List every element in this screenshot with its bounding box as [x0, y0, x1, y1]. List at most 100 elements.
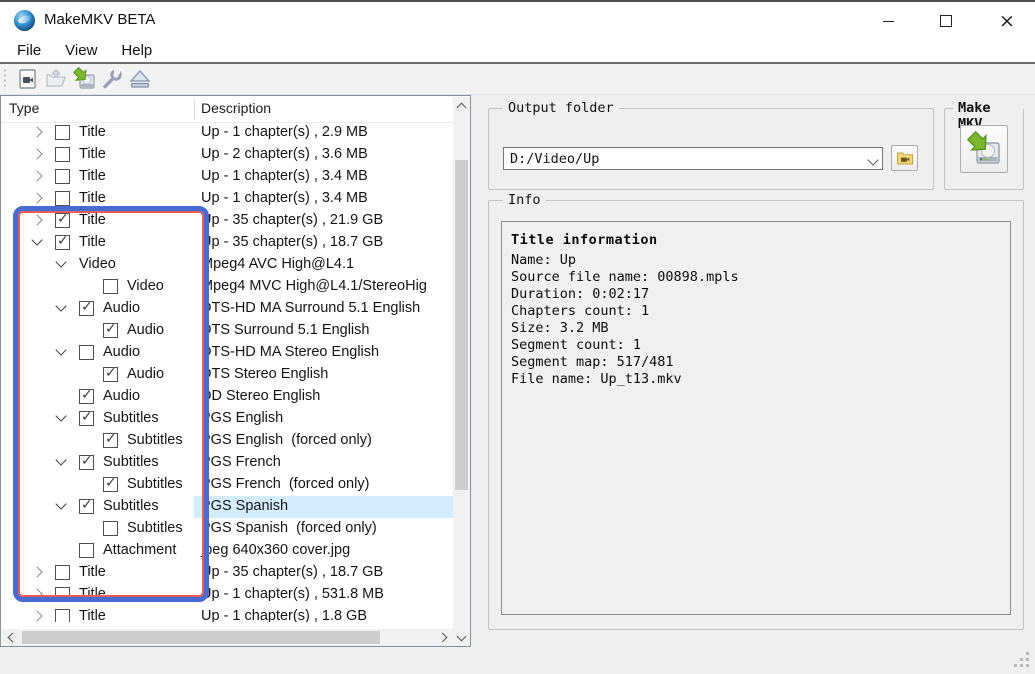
row-checkbox[interactable]: ✓: [79, 389, 94, 404]
open-disc-button[interactable]: [42, 66, 70, 92]
tree-row[interactable]: ✓ Title Up - 35 chapter(s) , 21.9 GB: [1, 210, 453, 232]
scroll-right-icon[interactable]: [435, 629, 452, 646]
row-description: PGS English (forced only): [201, 432, 372, 448]
checkmark-icon: ✓: [57, 233, 69, 249]
row-checkbox[interactable]: ✓: [103, 279, 118, 294]
scroll-up-icon[interactable]: [453, 97, 470, 114]
tree-row[interactable]: ✓ Title Up - 1 chapter(s) , 1.8 GB: [1, 606, 453, 622]
column-header-description[interactable]: Description: [201, 100, 271, 116]
open-video-file-icon: [16, 67, 40, 91]
row-checkbox[interactable]: ✓: [79, 543, 94, 558]
tree-row[interactable]: ✓ Subtitles PGS French (forced only): [1, 474, 453, 496]
row-checkbox[interactable]: ✓: [79, 345, 94, 360]
tree-row[interactable]: ✓ Subtitles PGS Spanish (forced only): [1, 518, 453, 540]
tree-row[interactable]: ✓ Subtitles PGS English (forced only): [1, 430, 453, 452]
tree-row[interactable]: ✓ Title Up - 35 chapter(s) , 18.7 GB: [1, 562, 453, 584]
tree-row[interactable]: ✓ Title Up - 1 chapter(s) , 3.4 MB: [1, 188, 453, 210]
combobox-dropdown-icon[interactable]: [867, 154, 878, 165]
row-checkbox[interactable]: ✓: [55, 565, 70, 580]
tree-row[interactable]: ✓ Video Mpeg4 MVC High@L4.1/StereoHig: [1, 276, 453, 298]
row-checkbox[interactable]: ✓: [55, 147, 70, 162]
row-checkbox[interactable]: ✓: [103, 323, 118, 338]
expander-icon[interactable]: [31, 215, 43, 227]
row-checkbox[interactable]: ✓: [55, 125, 70, 140]
tree-row[interactable]: ✓ Title Up - 2 chapter(s) , 3.6 MB: [1, 144, 453, 166]
output-folder-combobox[interactable]: D:/Video/Up: [503, 147, 883, 170]
row-checkbox[interactable]: ✓: [55, 213, 70, 228]
window-resize-grip[interactable]: [1014, 652, 1030, 668]
menu-item[interactable]: View: [56, 40, 106, 61]
maximize-button[interactable]: [925, 4, 967, 38]
expander-icon[interactable]: [55, 303, 67, 315]
expander-icon[interactable]: [31, 589, 43, 601]
column-divider[interactable]: [194, 98, 195, 120]
row-type-label: Audio: [127, 322, 164, 338]
make-mkv-toolbar-button[interactable]: [70, 66, 98, 92]
info-text-area[interactable]: Title information Name: UpSource file na…: [501, 221, 1011, 615]
browse-folder-button[interactable]: [891, 145, 918, 171]
expander-icon[interactable]: [31, 237, 43, 249]
tree-row[interactable]: ✓ Video Mpeg4 AVC High@L4.1: [1, 254, 453, 276]
row-type-label: Subtitles: [127, 520, 183, 536]
tree-row[interactable]: ✓ Subtitles PGS French: [1, 452, 453, 474]
tree-row[interactable]: ✓ Audio DTS Stereo English: [1, 364, 453, 386]
row-checkbox[interactable]: ✓: [79, 455, 94, 470]
tree-row[interactable]: ✓ Audio DD Stereo English: [1, 386, 453, 408]
expander-icon[interactable]: [31, 127, 43, 139]
expander-icon[interactable]: [31, 611, 43, 622]
row-checkbox[interactable]: ✓: [79, 411, 94, 426]
row-description: Up - 1 chapter(s) , 531.8 MB: [201, 586, 384, 602]
expander-icon[interactable]: [31, 567, 43, 579]
row-checkbox[interactable]: ✓: [103, 521, 118, 536]
checkmark-icon: ✓: [81, 299, 93, 315]
close-button[interactable]: ×: [986, 4, 1028, 38]
row-checkbox[interactable]: ✓: [55, 169, 70, 184]
tree-row[interactable]: ✓ Title Up - 35 chapter(s) , 18.7 GB: [1, 232, 453, 254]
expander-icon[interactable]: [31, 149, 43, 161]
tree-row[interactable]: ✓ Title Up - 1 chapter(s) , 2.9 MB: [1, 122, 453, 144]
scroll-down-icon[interactable]: [453, 629, 470, 646]
expander-icon[interactable]: [55, 501, 67, 513]
tree-row[interactable]: ✓ Audio DTS-HD MA Stereo English: [1, 342, 453, 364]
minimize-button[interactable]: [867, 4, 909, 38]
tree-row[interactable]: ✓ Audio DTS Surround 5.1 English: [1, 320, 453, 342]
tree-row[interactable]: ✓ Audio DTS-HD MA Surround 5.1 English: [1, 298, 453, 320]
row-description: Up - 1 chapter(s) , 3.4 MB: [201, 168, 368, 184]
checkmark-icon: ✓: [81, 409, 93, 425]
eject-button[interactable]: [126, 66, 154, 92]
vertical-scrollbar-thumb[interactable]: [455, 160, 468, 490]
tree-row[interactable]: ✓ Title Up - 1 chapter(s) , 531.8 MB: [1, 584, 453, 606]
tree-row[interactable]: ✓ Title Up - 1 chapter(s) , 3.4 MB: [1, 166, 453, 188]
expander-icon[interactable]: [55, 259, 67, 271]
expander-icon[interactable]: [31, 171, 43, 183]
settings-button[interactable]: [98, 66, 126, 92]
menu-item[interactable]: File: [8, 40, 50, 61]
expander-icon[interactable]: [55, 457, 67, 469]
make-mkv-button[interactable]: [960, 125, 1008, 173]
expander-icon[interactable]: [55, 347, 67, 359]
row-checkbox[interactable]: ✓: [55, 587, 70, 602]
tree-row[interactable]: ✓ Subtitles PGS Spanish: [1, 496, 453, 518]
expander-icon[interactable]: [31, 193, 43, 205]
row-type-label: Title: [79, 234, 106, 250]
horizontal-scrollbar-thumb[interactable]: [22, 631, 380, 644]
column-header-type[interactable]: Type: [9, 100, 39, 116]
row-checkbox[interactable]: ✓: [103, 433, 118, 448]
row-checkbox[interactable]: ✓: [55, 609, 70, 622]
expander-icon[interactable]: [55, 413, 67, 425]
open-video-file-button[interactable]: [14, 66, 42, 92]
toolbar-drag-handle[interactable]: [3, 68, 8, 90]
row-description: PGS Spanish (forced only): [201, 520, 377, 536]
menu-item[interactable]: Help: [112, 40, 161, 61]
row-checkbox[interactable]: ✓: [79, 301, 94, 316]
row-type-label: Title: [79, 586, 106, 602]
scroll-left-icon[interactable]: [2, 629, 19, 646]
tree-row[interactable]: ✓ Attachment jpeg 640x360 cover.jpg: [1, 540, 453, 562]
tree-row[interactable]: ✓ Subtitles PGS English: [1, 408, 453, 430]
row-checkbox[interactable]: ✓: [79, 499, 94, 514]
row-checkbox[interactable]: ✓: [55, 191, 70, 206]
row-checkbox[interactable]: ✓: [103, 367, 118, 382]
row-type-label: Title: [79, 608, 106, 622]
row-checkbox[interactable]: ✓: [103, 477, 118, 492]
row-checkbox[interactable]: ✓: [55, 235, 70, 250]
